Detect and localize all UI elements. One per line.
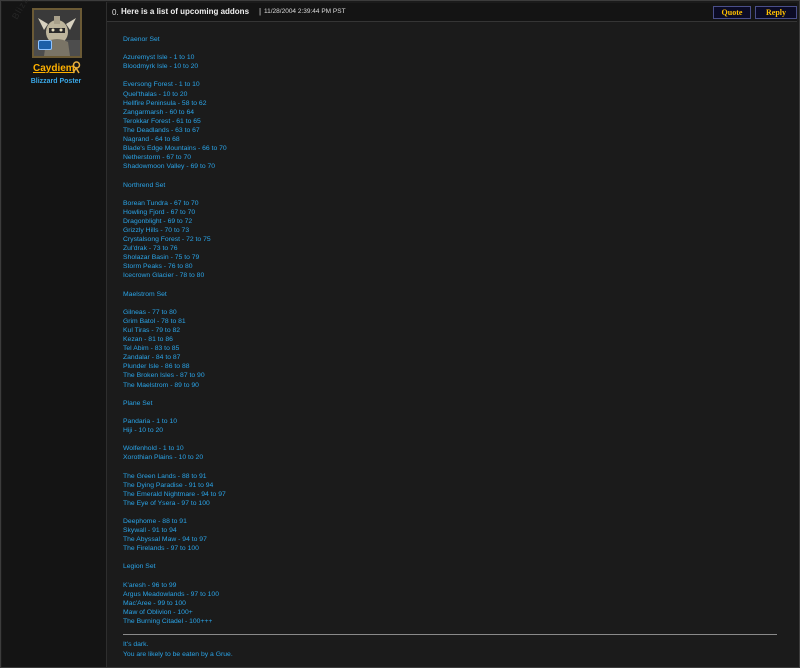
- post-timestamp: 11/28/2004 2:39:44 PM PST: [264, 8, 346, 15]
- post-body-line: Blade's Edge Mountains - 66 to 70: [123, 145, 227, 153]
- post-body-line: The Emerald Nightmare - 94 to 97: [123, 490, 226, 498]
- post-body-line: Terokkar Forest - 61 to 65: [123, 117, 201, 125]
- post-body-line: Hellfire Peninsula - 58 to 62: [123, 99, 207, 107]
- post-body-line: Mac'Aree - 99 to 100: [123, 599, 186, 607]
- blizzard-rep-icon: [72, 61, 81, 74]
- post-body-line: Grim Batol - 78 to 81: [123, 317, 186, 325]
- post-body-line: Argus Meadowlands - 97 to 100: [123, 590, 219, 598]
- forum-post: Blizzard Caydiem Blizzard Poster 0. Here…: [0, 0, 800, 668]
- username-link[interactable]: Caydiem: [33, 63, 75, 74]
- post-body-line: K'aresh - 96 to 99: [123, 581, 177, 589]
- post-body-line: Skywall - 91 to 94: [123, 527, 177, 535]
- post-title: Here is a list of upcoming addons: [121, 7, 250, 16]
- signature-line: It's dark.: [123, 641, 149, 648]
- post-body-line: The Green Lands - 88 to 91: [123, 472, 207, 480]
- post-body-line: Quel'thalas - 10 to 20: [123, 90, 188, 98]
- signature: It's dark. You are likely to be eaten by…: [123, 640, 233, 660]
- post-body-line: The Maelstrom - 89 to 90: [123, 381, 199, 389]
- post-body-line: Wolfenhold - 1 to 10: [123, 445, 184, 453]
- blizzard-badge-icon: [38, 40, 52, 50]
- post-body-line: Maw of Oblivion - 100+: [123, 608, 193, 616]
- quote-button[interactable]: Quote: [713, 6, 751, 19]
- post-body-line: Borean Tundra - 67 to 70: [123, 199, 199, 207]
- post-body-line: Gilneas - 77 to 80: [123, 308, 177, 316]
- post-body-line: Shadowmoon Valley - 69 to 70: [123, 163, 216, 171]
- post-body-line: Tel Abim - 83 to 85: [123, 345, 180, 353]
- post-body-line: Zul'drak - 73 to 76: [123, 245, 178, 253]
- post-body-line: The Burning Citadel - 100+++: [123, 618, 213, 625]
- signature-divider: [123, 634, 777, 635]
- post-body-line: Icecrown Glacier - 78 to 80: [123, 272, 205, 280]
- post-body-line: Hiji - 10 to 20: [123, 427, 164, 435]
- post-body-line: Zangarmarsh - 60 to 64: [123, 108, 195, 116]
- post-body-line: Storm Peaks - 76 to 80: [123, 263, 193, 271]
- post-body-line: The Dying Paradise - 91 to 94: [123, 481, 214, 489]
- post-body-line: Grizzly Hills - 70 to 73: [123, 226, 190, 234]
- post-body-line: The Abyssal Maw - 94 to 97: [123, 536, 207, 544]
- post-body-line: Kul Tiras - 79 to 82: [123, 327, 181, 334]
- post-body-line: The Eye of Ysera - 97 to 100: [123, 499, 210, 507]
- post-body-line: The Firelands - 97 to 100: [123, 545, 199, 553]
- post-body-line: Dragonblight - 69 to 72: [123, 217, 193, 225]
- post-body-line: Eversong Forest - 1 to 10: [123, 81, 200, 89]
- post-body-line: Maelstrom Set: [123, 290, 167, 298]
- post-body-line: Draenor Set: [123, 36, 160, 43]
- post-body-line: Netherstorm - 67 to 70: [123, 154, 191, 162]
- post-body-line: The Deadlands - 63 to 67: [123, 126, 200, 134]
- header-separator: |: [259, 7, 262, 16]
- reply-button[interactable]: Reply: [755, 6, 797, 19]
- signature-line: You are likely to be eaten by a Grue.: [123, 651, 233, 658]
- user-rank: Blizzard Poster: [30, 78, 82, 85]
- user-panel: Blizzard Caydiem Blizzard Poster: [2, 0, 107, 667]
- post-body-line: Pandaria - 1 to 10: [123, 417, 178, 425]
- post-body-line: Howling Fjord - 67 to 70: [123, 208, 196, 216]
- avatar[interactable]: [32, 8, 82, 58]
- post-body-line: Xorothian Plains - 10 to 20: [123, 454, 204, 462]
- post-body-line: Northrend Set: [123, 181, 166, 189]
- post-body-line: Azuremyst Isle - 1 to 10: [123, 54, 195, 62]
- post-body-line: Bloodmyrk Isle - 10 to 20: [123, 63, 199, 71]
- post-body-line: Zandalar - 84 to 87: [123, 354, 181, 362]
- post-body-line: Sholazar Basin - 75 to 79: [123, 254, 200, 262]
- post-body-line: Crystalsong Forest - 72 to 75: [123, 236, 211, 244]
- post-body-line: Deephome - 88 to 91: [123, 517, 187, 525]
- post-body: Draenor Set Azuremyst Isle - 1 to 10 Blood…: [123, 35, 783, 626]
- post-body-line: Nagrand - 64 to 68: [123, 136, 180, 144]
- post-number: 0.: [112, 8, 119, 17]
- post-header: 0. Here is a list of upcoming addons | 1…: [107, 3, 797, 22]
- post-body-line: Plane Set: [123, 399, 153, 407]
- post-body-line: Legion Set: [123, 563, 156, 571]
- post-body-line: Kezan - 81 to 86: [123, 336, 173, 344]
- post-body-line: The Broken Isles - 87 to 90: [123, 372, 205, 380]
- post-body-line: Plunder Isle - 86 to 88: [123, 363, 190, 371]
